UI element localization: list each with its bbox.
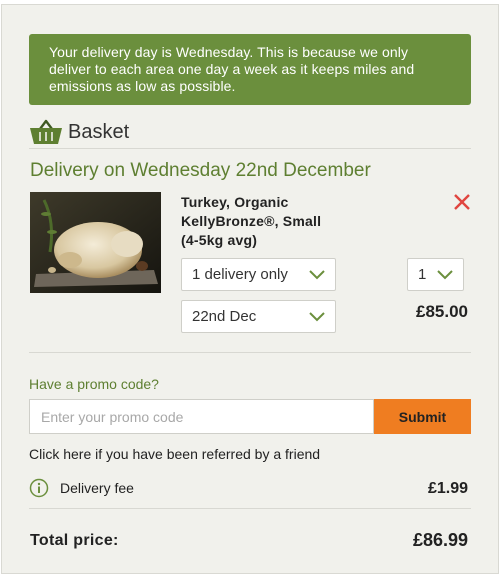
delivery-date-select[interactable]: 22nd Dec [181, 300, 336, 333]
delivery-frequency-value: 1 delivery only [192, 266, 288, 283]
basket-header: Basket [29, 117, 129, 147]
divider [29, 352, 471, 353]
promo-submit-button[interactable]: Submit [374, 399, 471, 434]
product-name-line-2: KellyBronze®, Small [181, 213, 322, 229]
basket-icon [30, 119, 62, 144]
product-name-line-3: (4-5kg avg) [181, 232, 258, 248]
promo-code-label: Have a promo code? [29, 376, 159, 392]
chevron-down-icon [309, 269, 325, 279]
delivery-notice-line-3: emissions as low as possible. [49, 78, 236, 94]
info-icon[interactable] [29, 478, 49, 498]
delivery-fee-value: £1.99 [427, 480, 468, 497]
basket-panel: Your delivery day is Wednesday. This is … [1, 4, 499, 574]
divider [29, 508, 471, 509]
promo-code-input[interactable] [29, 399, 374, 434]
delivery-notice-line-2: deliver to each area one day a week as i… [49, 61, 415, 77]
referral-link[interactable]: Click here if you have been referred by … [29, 446, 320, 462]
total-price-label: Total price: [30, 532, 119, 549]
product-name[interactable]: Turkey, Organic KellyBronze®, Small (4-5… [181, 193, 321, 250]
delivery-frequency-select[interactable]: 1 delivery only [181, 258, 336, 291]
delivery-date-value: 22nd Dec [192, 308, 257, 325]
delivery-date-heading: Delivery on Wednesday 22nd December [30, 160, 371, 181]
turkey-image [30, 192, 161, 293]
remove-item-close-icon[interactable] [452, 192, 472, 212]
total-price-value: £86.99 [412, 530, 468, 550]
basket-title: Basket [68, 120, 130, 143]
chevron-down-icon [437, 269, 453, 279]
divider [29, 148, 471, 149]
delivery-notice: Your delivery day is Wednesday. This is … [29, 34, 471, 105]
delivery-fee-label: Delivery fee [60, 480, 134, 496]
chevron-down-icon [309, 311, 325, 321]
product-image[interactable] [30, 192, 161, 293]
quantity-value: 1 [418, 266, 427, 283]
delivery-notice-line-1: Your delivery day is Wednesday. This is … [49, 44, 409, 60]
item-price: £85.00 [416, 302, 468, 321]
product-name-line-1: Turkey, Organic [181, 194, 289, 210]
quantity-select[interactable]: 1 [407, 258, 464, 291]
